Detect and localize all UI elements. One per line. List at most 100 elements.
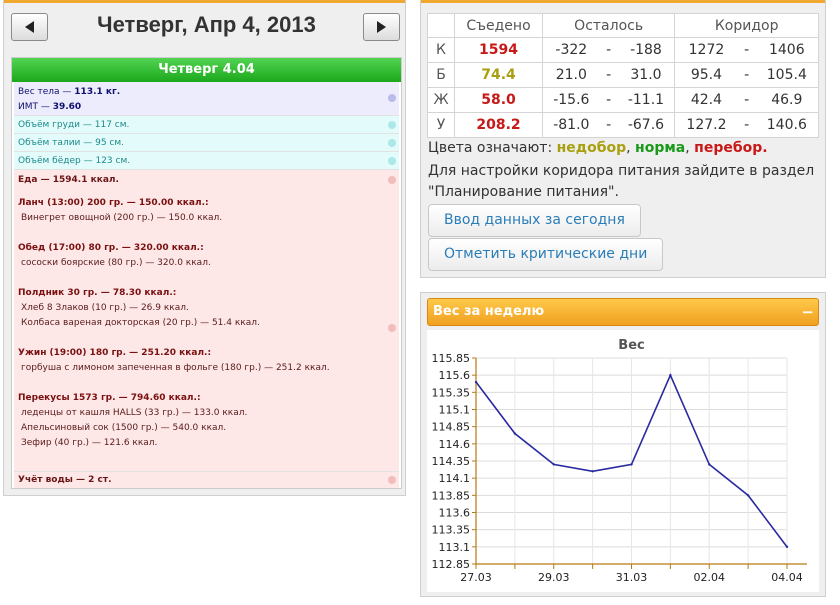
nutrient-letter: К	[427, 37, 455, 63]
table-row: Ж 58.0 -15.6- -11.1 42.4-46.9	[427, 87, 819, 113]
body-weight-line: Вес тела — 113.1 кг.	[18, 85, 395, 100]
day-panel: Четверг, Апр 4, 2013 Четверг 4.04 Вес те…	[3, 0, 406, 496]
collapse-button[interactable]: −	[801, 299, 814, 325]
weight-panel-title: Вес за неделю	[433, 304, 545, 319]
water-section[interactable]: Учёт воды — 2 ст.	[14, 472, 399, 488]
range-dash: -	[599, 112, 618, 138]
meal-item: Хлеб 8 Злаков (10 гр.) — 26.9 ккал.	[21, 303, 189, 313]
y-tick-label: 114.1	[439, 472, 471, 485]
table-row: К 1594 -322- -188 1272-1406	[427, 37, 819, 63]
enter-today-button[interactable]: Ввод данных за сегодня	[428, 204, 641, 237]
edit-icon[interactable]	[388, 324, 396, 332]
x-tick-label: 04.04	[771, 571, 803, 584]
y-tick-label: 115.1	[439, 404, 471, 417]
left-max-value: -67.6	[617, 112, 676, 138]
day-header: Четверг 4.04	[12, 58, 401, 82]
meal-title: Перекусы 1573 гр. — 794.60 ккал.:	[18, 393, 201, 403]
corridor-max-value: 105.4	[755, 62, 819, 88]
eaten-value: 74.4	[454, 62, 543, 88]
bmi-label: ИМТ —	[18, 102, 53, 112]
corridor-min-value: 42.4	[674, 87, 738, 113]
color-legend: Цвета означают: недобор, норма, перебор.	[428, 140, 768, 156]
range-dash: -	[737, 112, 756, 138]
meal-item: Зефир (40 гр.) — 121.6 ккал.	[21, 438, 158, 448]
edit-icon[interactable]	[388, 157, 396, 165]
body-weight-label: Вес тела —	[18, 87, 75, 97]
weight-panel-header: Вес за неделю −	[427, 298, 819, 326]
waist-measurement: Объём талии — 95 см.	[18, 138, 125, 148]
mark-critical-days-button[interactable]: Отметить критические дни	[428, 238, 664, 271]
y-tick-label: 114.35	[432, 455, 471, 468]
x-tick-label: 02.04	[694, 571, 726, 584]
table-header-row: Съедено Осталось Коридор	[427, 13, 819, 38]
nutrient-letter: Б	[427, 62, 455, 88]
x-tick-label: 31.03	[616, 571, 648, 584]
corridor-max-value: 140.6	[755, 112, 819, 138]
edit-icon[interactable]	[388, 476, 396, 484]
chest-section[interactable]: Объём груди — 117 см.	[14, 116, 399, 134]
data-point	[630, 463, 633, 466]
chart-title: Вес	[618, 338, 644, 353]
y-tick-label: 113.35	[432, 524, 471, 537]
meal-list: Ланч (13:00) 200 гр. — 150.00 ккал.: Вине…	[18, 196, 395, 451]
legend-end: .	[762, 140, 768, 156]
x-tick-label: 29.03	[538, 571, 570, 584]
data-point	[708, 463, 711, 466]
y-tick-label: 115.6	[439, 369, 471, 382]
panel-top-border	[421, 0, 825, 3]
meal-item: сососки боярские (80 гр.) — 320.0 ккал.	[21, 258, 211, 268]
edit-icon[interactable]	[388, 139, 396, 147]
food-total: Еда — 1594.1 ккал.	[18, 175, 119, 185]
data-point	[785, 545, 789, 549]
y-tick-label: 113.1	[439, 541, 471, 554]
nutrition-panel: Съедено Осталось Коридор К 1594 -322- -188 1…	[420, 0, 826, 278]
left-min-value: -15.6	[541, 87, 600, 113]
legend-shortage: недобор	[556, 140, 627, 156]
corridor-min-value: 95.4	[674, 62, 738, 88]
meal-item: Апельсиновый сок (1500 гр.) — 540.0 ккал…	[21, 423, 227, 433]
weight-chart: Вес 112.85 113.1 113.35 113.6 113.85 114.1 114.…	[427, 330, 819, 592]
legend-norm: норма	[635, 140, 686, 156]
edit-icon[interactable]	[388, 121, 396, 129]
legend-sep: ,	[626, 140, 636, 156]
range-dash: -	[599, 37, 618, 63]
meal-item: Колбаса вареная докторская (20 гр.) — 51…	[21, 318, 260, 328]
eaten-value: 1594	[454, 37, 543, 63]
data-point	[552, 463, 555, 466]
table-header-empty	[427, 13, 455, 38]
meal-item: Винегрет овощной (200 гр.) — 150.0 ккал.	[21, 213, 223, 223]
edit-icon[interactable]	[388, 94, 396, 102]
arrow-left-icon	[25, 21, 34, 33]
eaten-value: 58.0	[454, 87, 543, 113]
body-section[interactable]: Вес тела — 113.1 кг. ИМТ — 39.60	[14, 82, 399, 116]
meal-title: Ужин (19:00) 180 гр. — 251.20 ккал.:	[18, 348, 212, 358]
bmi-line: ИМТ — 39.60	[18, 100, 395, 115]
corridor-min-value: 127.2	[674, 112, 738, 138]
meal-item: горбуша с лимоном запеченная в фольге (1…	[21, 363, 330, 373]
meal-title: Полдник 30 гр. — 78.30 ккал.:	[18, 288, 177, 298]
y-tick-label: 113.6	[439, 507, 471, 520]
left-min-value: 21.0	[541, 62, 600, 88]
hips-section[interactable]: Объём бёдер — 123 см.	[14, 152, 399, 170]
y-tick-label: 114.85	[432, 421, 471, 434]
data-point	[513, 432, 517, 435]
waist-section[interactable]: Объём талии — 95 см.	[14, 134, 399, 152]
table-row: Б 74.4 21.0-31.0 95.4-105.4	[427, 62, 819, 88]
left-max-value: -11.1	[617, 87, 676, 113]
y-tick-label: 115.85	[432, 352, 471, 365]
body-weight-value: 113.1 кг.	[74, 87, 121, 97]
weight-panel: Вес за неделю − Вес 112.85 113.1 113.35 113.…	[420, 292, 826, 597]
table-row: У 208.2 -81.0- -67.6 127.2-140.6	[427, 112, 819, 138]
next-day-button[interactable]	[363, 13, 400, 41]
eaten-value: 208.2	[454, 112, 543, 138]
meal-title: Обед (17:00) 80 гр. — 320.00 ккал.:	[18, 243, 204, 253]
prev-day-button[interactable]	[11, 13, 48, 41]
left-max-value: 31.0	[617, 62, 676, 88]
edit-icon[interactable]	[388, 176, 396, 184]
food-section[interactable]: Еда — 1594.1 ккал. Ланч (13:00) 200 гр. …	[14, 170, 399, 472]
bmi-value: 39.60	[52, 102, 82, 112]
